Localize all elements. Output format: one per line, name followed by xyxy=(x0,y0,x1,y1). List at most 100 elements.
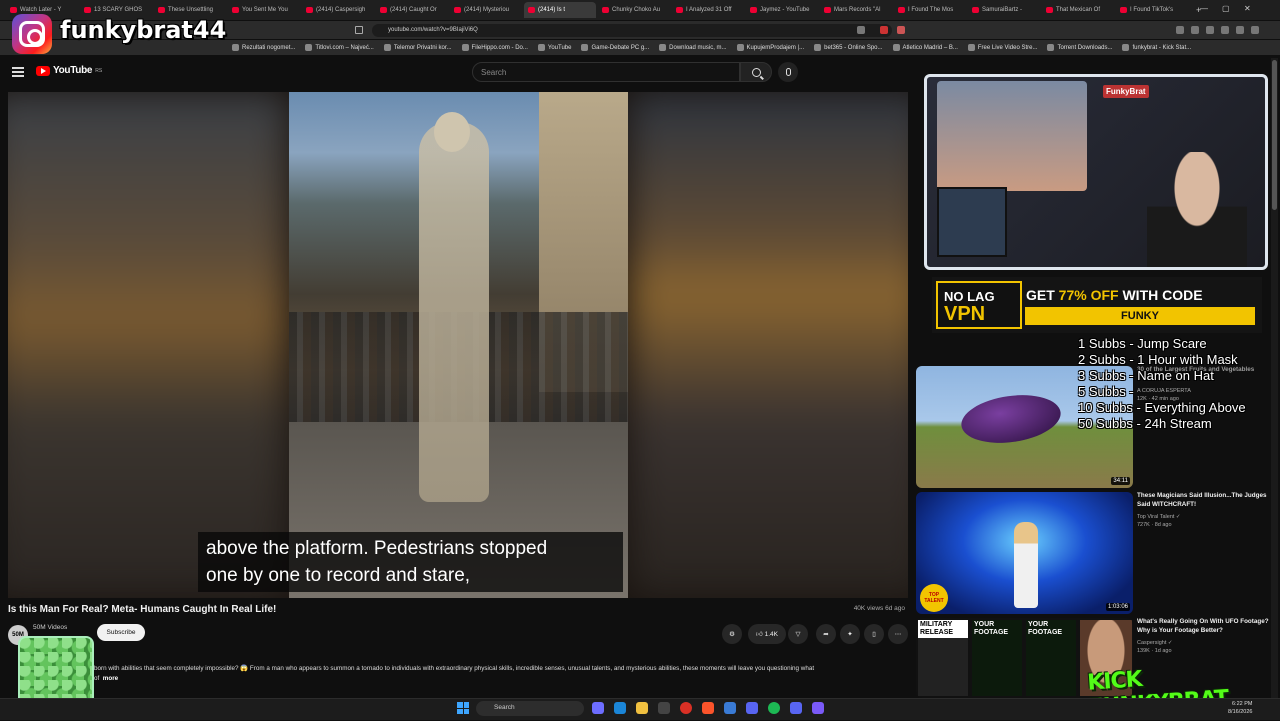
youtube-favicon-icon xyxy=(528,7,535,13)
sub-goal-item: 3 Subbs - Name on Hat xyxy=(1078,368,1214,383)
browser-tab[interactable]: I Found TikTok's xyxy=(1116,2,1188,18)
spotify-icon[interactable] xyxy=(768,702,780,714)
browser-tab[interactable]: (2414) Mysteriou xyxy=(450,2,522,18)
share-button[interactable]: ➦ xyxy=(816,624,836,644)
show-more-link[interactable]: more xyxy=(103,675,118,682)
bookmark-item[interactable]: Atletico Madrid – B... xyxy=(892,44,958,51)
browser-tab[interactable]: You Sent Me You xyxy=(228,2,300,18)
browser-tab[interactable]: (2414) Caught Or xyxy=(376,2,448,18)
like-button[interactable]: 👍︎ 1.4K xyxy=(748,624,786,644)
like-count: 1.4K xyxy=(764,630,778,638)
bookmark-favicon-icon xyxy=(537,44,545,51)
extension-icon[interactable] xyxy=(1176,26,1184,34)
teams-icon[interactable] xyxy=(746,702,758,714)
sub-goal-item: 5 Subbs - xyxy=(1078,384,1134,399)
bookmark-item[interactable]: Download music, m... xyxy=(659,44,727,51)
channel-name[interactable]: 50M Videos xyxy=(33,624,67,631)
system-clock[interactable]: 6:22 PM 8/16/2026 xyxy=(1228,700,1252,716)
bookmark-label: Game-Debate PC g... xyxy=(591,44,650,51)
discord-icon[interactable] xyxy=(790,702,802,714)
brave-shield-icon[interactable] xyxy=(880,26,888,34)
app-icon[interactable] xyxy=(812,702,824,714)
scrollbar-thumb[interactable] xyxy=(1272,60,1277,210)
tab-label: I Found TikTok's xyxy=(1130,7,1174,13)
cast-icon[interactable] xyxy=(857,26,865,34)
sidebar-icon[interactable] xyxy=(1206,26,1214,34)
extension-icon[interactable] xyxy=(1191,26,1199,34)
bookmark-item[interactable]: KupujemProdajem |... xyxy=(736,44,804,51)
streamer-webcam: FunkyBrat xyxy=(924,74,1268,270)
bookmark-label: Torrent Downloads... xyxy=(1057,44,1113,51)
voice-search-button[interactable] xyxy=(778,62,798,82)
url-field[interactable]: youtube.com/watch?v=9BIajiVi6Q xyxy=(372,24,892,37)
settings-gear-icon[interactable]: ⚙ xyxy=(722,624,742,644)
bookmark-item[interactable]: Free Live Video Stre... xyxy=(967,44,1037,51)
browser-tab[interactable]: Jaymez - YouTube xyxy=(746,2,818,18)
streamer xyxy=(1147,152,1247,267)
youtube-favicon-icon xyxy=(898,7,905,13)
browser-tab[interactable]: (2414) Caspersigh xyxy=(302,2,374,18)
bookmark-item[interactable]: YouTube xyxy=(537,44,571,51)
clock-date: 8/16/2026 xyxy=(1228,709,1253,715)
more-actions-button[interactable]: ⋯ xyxy=(888,624,908,644)
browser-tab[interactable]: I Found The Mos xyxy=(894,2,966,18)
search-icon xyxy=(751,67,761,77)
bookmark-item[interactable]: Game-Debate PC g... xyxy=(581,44,649,51)
close-window-icon[interactable]: ✕ xyxy=(1244,4,1251,13)
bookmark-item[interactable]: funkybrat - Kick Stat... xyxy=(1122,44,1191,51)
app-icon[interactable] xyxy=(724,702,736,714)
region-code: RS xyxy=(95,67,103,74)
browser-tab[interactable]: Mars Records "Al xyxy=(820,2,892,18)
bookmark-item[interactable]: Torrent Downloads... xyxy=(1047,44,1112,51)
bookmark-icon[interactable] xyxy=(355,26,363,34)
copilot-icon[interactable] xyxy=(592,702,604,714)
bookmark-item[interactable]: Rezultati nogomet... xyxy=(232,44,295,51)
minimize-icon[interactable]: — xyxy=(1200,4,1208,13)
recommendation-thumbnail[interactable]: TOP TALENT 1:03:06 xyxy=(916,492,1133,614)
bookmark-item[interactable]: FileHippo.com - Do... xyxy=(461,44,528,51)
recommendation-title[interactable]: These Magicians Said Illusion...The Judg… xyxy=(1137,492,1273,509)
nolag-vpn-logo: NO LAG VPN xyxy=(936,281,1022,329)
bookmark-label: bet365 - Online Spo... xyxy=(824,44,883,51)
search-button[interactable] xyxy=(740,62,772,82)
maximize-icon[interactable]: ▢ xyxy=(1222,4,1230,13)
vpn-logo-bottom: VPN xyxy=(944,303,986,325)
search-input[interactable]: Search xyxy=(472,62,740,82)
video-description[interactable]: born with abilities that seem completely… xyxy=(94,664,904,683)
dislike-button[interactable]: ▽ xyxy=(788,624,808,644)
recommendation-channel[interactable]: Top Viral Talent ✓ xyxy=(1137,514,1181,520)
browser-tab[interactable]: I Analyzed 31 Off xyxy=(672,2,744,18)
wallet-icon[interactable] xyxy=(1221,26,1229,34)
youtube-logo[interactable]: YouTube RS xyxy=(36,65,102,76)
taskbar-search[interactable]: Search xyxy=(476,701,584,716)
file-explorer-icon[interactable] xyxy=(636,702,648,714)
bookmark-item[interactable]: Telemor Privatni kor... xyxy=(383,44,452,51)
save-button[interactable]: ▯ xyxy=(864,624,884,644)
edge-icon[interactable] xyxy=(614,702,626,714)
vpn-icon[interactable] xyxy=(1236,26,1244,34)
brave-icon[interactable] xyxy=(702,702,714,714)
store-icon[interactable] xyxy=(658,702,670,714)
browser-tab[interactable]: SamuraiBartz - xyxy=(968,2,1040,18)
menu-icon[interactable] xyxy=(1251,26,1259,34)
hamburger-menu-icon[interactable] xyxy=(12,67,24,77)
instagram-logo-icon xyxy=(12,14,52,54)
windows-start-icon[interactable] xyxy=(457,702,469,714)
browser-tab[interactable]: (2414) Is t xyxy=(524,2,596,18)
thumbs-up-icon: 👍︎ xyxy=(756,631,765,638)
chrome-icon[interactable] xyxy=(680,702,692,714)
rewards-icon[interactable] xyxy=(897,26,905,34)
video-player[interactable]: above the platform. Pedestrians stopped … xyxy=(8,92,908,598)
subscribe-button[interactable]: Subscribe xyxy=(97,624,145,641)
recommendation-channel[interactable]: Caspersight ✓ xyxy=(1137,640,1172,646)
bookmark-item[interactable]: Titlovi.com – Najveć... xyxy=(305,44,374,51)
ask-ai-button[interactable]: ✦ xyxy=(840,624,860,644)
youtube-favicon-icon xyxy=(158,7,165,13)
vpn-logo-top: NO LAG xyxy=(944,289,995,304)
bookmark-item[interactable]: bet365 - Online Spo... xyxy=(814,44,883,51)
browser-tab[interactable]: Chunky Choko Au xyxy=(598,2,670,18)
bookmark-favicon-icon xyxy=(814,44,822,51)
share-icon: ➦ xyxy=(823,631,829,638)
browser-tab[interactable]: That Mexican Of xyxy=(1042,2,1114,18)
recommendation-title[interactable]: What's Really Going On With UFO Footage?… xyxy=(1137,618,1273,635)
